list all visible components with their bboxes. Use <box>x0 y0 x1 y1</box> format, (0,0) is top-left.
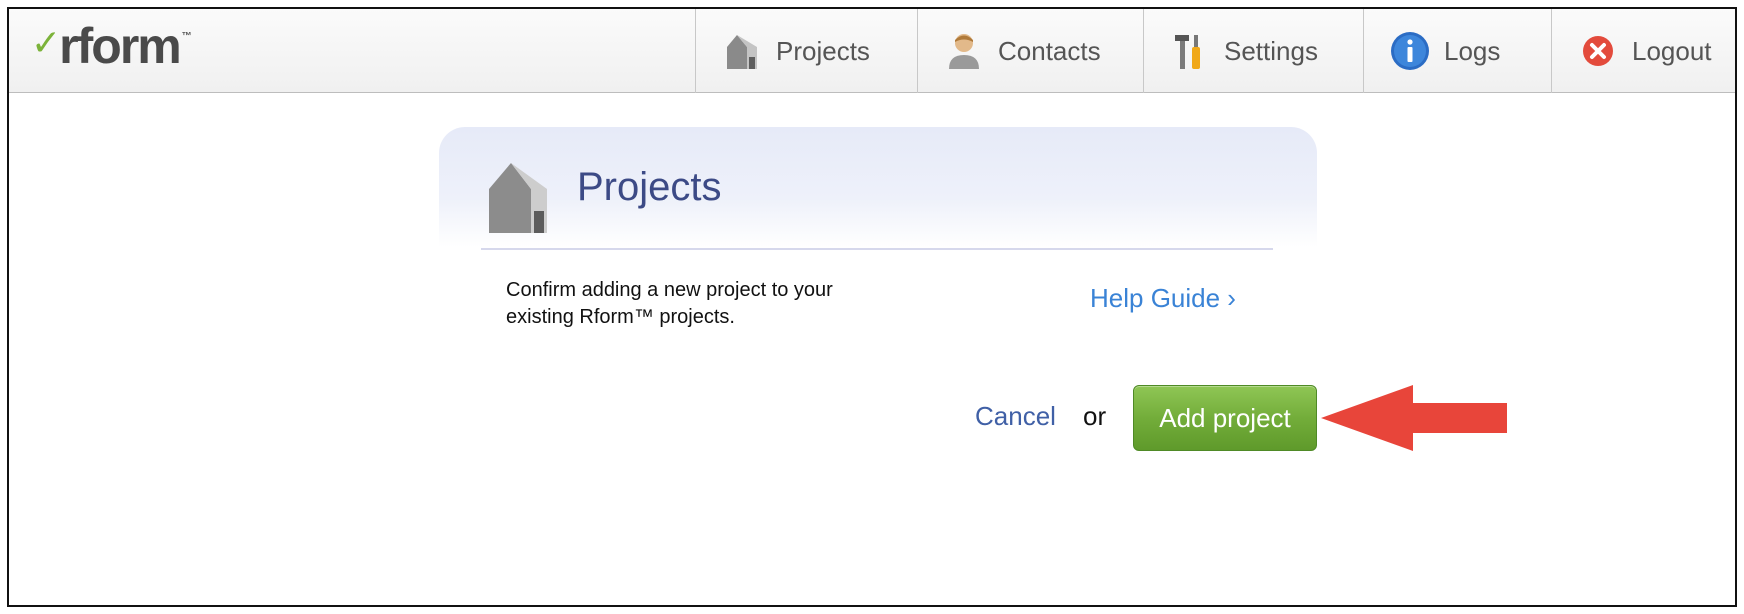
nav-logout-label: Logout <box>1632 35 1712 66</box>
person-icon <box>944 29 984 73</box>
nav-contacts[interactable]: Contacts <box>917 9 1143 93</box>
nav-logs[interactable]: Logs <box>1363 9 1551 93</box>
top-navigation-bar: ✓ rform ™ Projects Contacts Settings Log… <box>9 9 1735 93</box>
red-arrow-icon <box>1321 385 1507 451</box>
main-nav: Projects Contacts Settings Logs Logout <box>695 9 1735 93</box>
nav-logout[interactable]: Logout <box>1551 9 1735 93</box>
app-window: ✓ rform ™ Projects Contacts Settings Log… <box>7 7 1737 607</box>
rform-logo: ✓ rform ™ <box>31 17 192 77</box>
checkmark-icon: ✓ <box>31 23 62 64</box>
house-icon <box>485 157 551 237</box>
help-guide-link[interactable]: Help Guide › <box>1090 283 1236 314</box>
logo-text: rform <box>59 18 182 74</box>
nav-projects[interactable]: Projects <box>695 9 917 93</box>
close-circle-icon <box>1578 29 1618 73</box>
tools-icon <box>1170 29 1210 73</box>
projects-panel-header: Projects <box>439 127 1317 247</box>
nav-settings-label: Settings <box>1224 35 1318 66</box>
nav-projects-label: Projects <box>776 35 870 66</box>
info-icon <box>1390 29 1430 73</box>
or-text: or <box>1083 401 1107 431</box>
logo-trademark: ™ <box>181 31 192 42</box>
add-project-button[interactable]: Add project <box>1133 385 1317 451</box>
nav-logs-label: Logs <box>1444 35 1501 66</box>
house-icon <box>722 29 762 73</box>
page-title: Projects <box>577 165 722 209</box>
nav-settings[interactable]: Settings <box>1143 9 1363 93</box>
divider <box>481 248 1273 250</box>
confirmation-text: Confirm adding a new project to your exi… <box>506 279 833 328</box>
cancel-link[interactable]: Cancel <box>975 401 1056 432</box>
nav-contacts-label: Contacts <box>998 35 1101 66</box>
